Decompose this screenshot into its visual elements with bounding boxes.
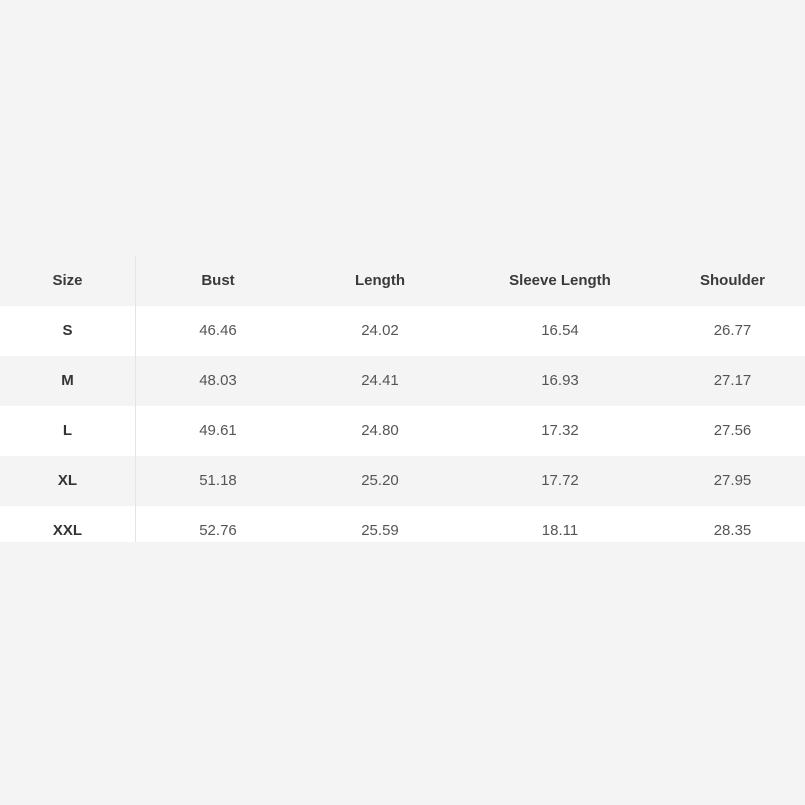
header-size: Size	[0, 256, 136, 306]
bust-cell: 52.76	[199, 522, 237, 539]
length-cell: 25.20	[361, 472, 399, 489]
size-cell: L	[0, 406, 136, 456]
header-bust: Bust	[201, 272, 235, 289]
shoulder-cell: 27.17	[713, 372, 752, 389]
length-cell: 25.59	[361, 522, 399, 539]
sleeve-length-cell: 16.54	[541, 322, 579, 339]
table-row: XL 51.18 25.20 17.72 27.95	[0, 456, 805, 506]
size-chart-table: Size Bust Length Sleeve Length Shoulder …	[0, 256, 805, 542]
table-row: M 48.03 24.41 16.93 27.17	[0, 356, 805, 406]
header-length: Length	[355, 272, 405, 289]
bust-cell: 48.03	[199, 372, 237, 389]
bust-cell: 51.18	[199, 472, 237, 489]
header-sleeve-length: Sleeve Length	[509, 272, 611, 289]
size-cell: S	[0, 306, 136, 356]
bust-cell: 46.46	[199, 322, 237, 339]
table-row: XXL 52.76 25.59 18.11 28.35	[0, 506, 805, 542]
header-shoulder: Shoulder	[699, 272, 765, 289]
shoulder-cell: 27.95	[713, 472, 752, 489]
bust-cell: 49.61	[199, 422, 237, 439]
sleeve-length-cell: 18.11	[541, 522, 579, 539]
shoulder-cell: 28.35	[713, 522, 752, 539]
table-row: S 46.46 24.02 16.54 26.77	[0, 306, 805, 356]
size-cell: M	[0, 356, 136, 406]
sleeve-length-cell: 17.32	[541, 422, 579, 439]
table-header-row: Size Bust Length Sleeve Length Shoulder	[0, 256, 805, 306]
length-cell: 24.02	[361, 322, 399, 339]
length-cell: 24.80	[361, 422, 399, 439]
length-cell: 24.41	[361, 372, 399, 389]
sleeve-length-cell: 17.72	[541, 472, 579, 489]
table-row: L 49.61 24.80 17.32 27.56	[0, 406, 805, 456]
sleeve-length-cell: 16.93	[541, 372, 579, 389]
size-cell: XXL	[0, 506, 136, 542]
shoulder-cell: 26.77	[713, 322, 752, 339]
size-cell: XL	[0, 456, 136, 506]
shoulder-cell: 27.56	[713, 422, 752, 439]
